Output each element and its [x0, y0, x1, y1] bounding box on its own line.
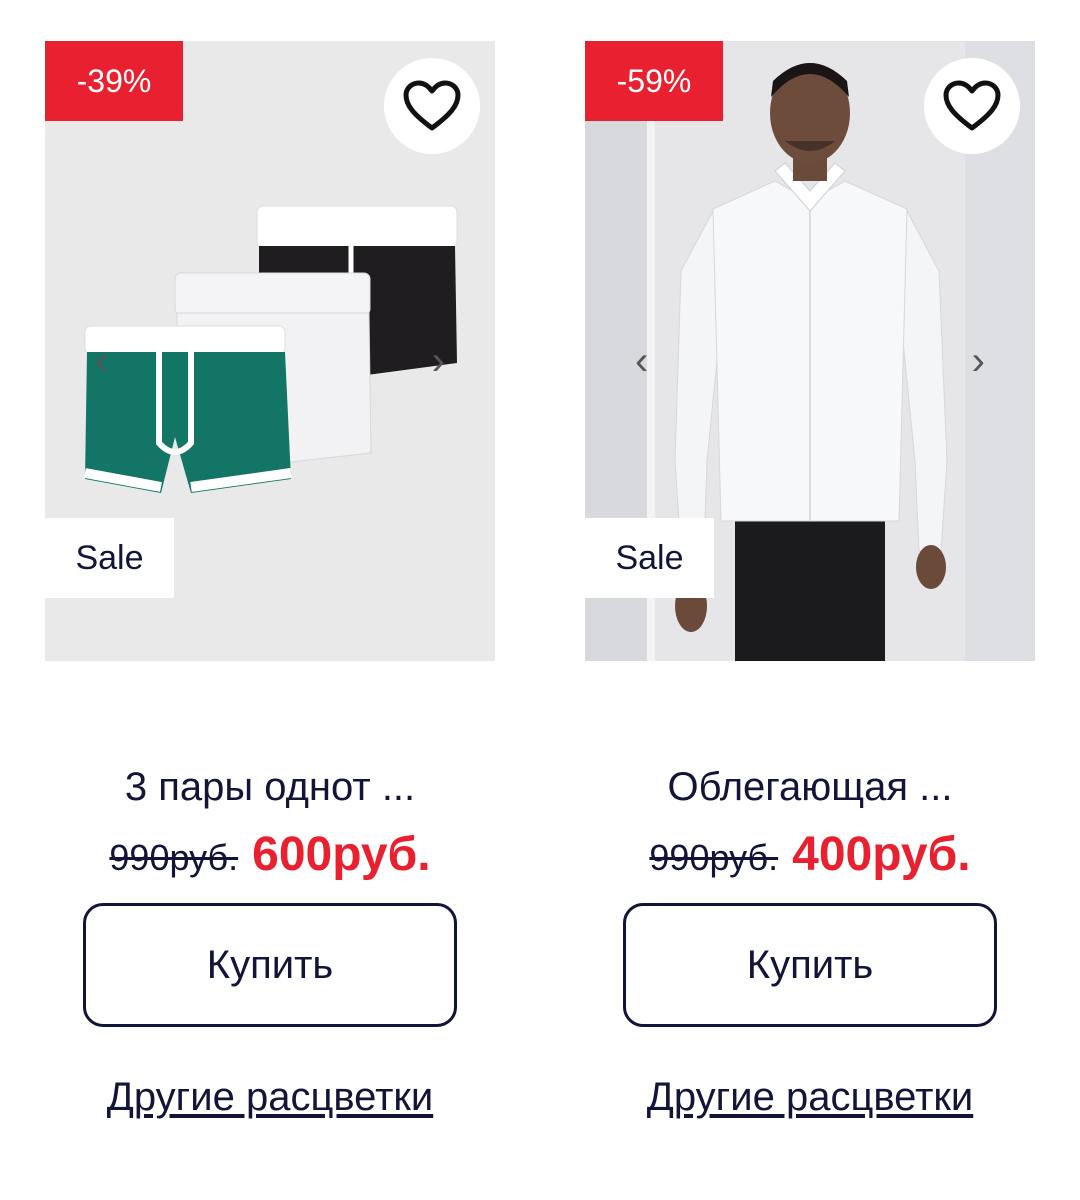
discount-badge: -39%	[45, 41, 183, 121]
buy-button[interactable]: Купить	[83, 903, 457, 1027]
other-colors-link[interactable]: Другие расцветки	[647, 1075, 973, 1120]
favorite-button[interactable]	[384, 58, 480, 154]
old-price: 990руб.	[649, 837, 779, 878]
sale-price: 600руб.	[252, 828, 431, 881]
carousel-next-arrow-icon[interactable]: ›	[972, 341, 985, 381]
carousel-prev-arrow-icon[interactable]: ‹	[95, 341, 108, 381]
sale-tag: Sale	[585, 518, 714, 598]
favorite-button[interactable]	[924, 58, 1020, 154]
buy-button[interactable]: Купить	[623, 903, 997, 1027]
product-image-carousel[interactable]: -59% ‹ › Sale	[585, 41, 1035, 661]
product-info: 3 пары однот ... 990руб. 600руб. Купить Д…	[45, 761, 495, 1120]
product-image-carousel[interactable]: -39% ‹ › Sale	[45, 41, 495, 661]
heart-outline-icon	[403, 80, 461, 131]
price-row: 990руб. 600руб.	[45, 827, 495, 883]
product-grid: -39% ‹ › Sale 3 пары однот ... 990руб. 60…	[0, 0, 1080, 1200]
sale-price: 400руб.	[792, 828, 971, 881]
old-price: 990руб.	[109, 837, 239, 878]
product-card: -59% ‹ › Sale Облегающая ... 990руб. 400р…	[585, 41, 1035, 1120]
product-title[interactable]: 3 пары однот ...	[45, 761, 495, 813]
carousel-next-arrow-icon[interactable]: ›	[432, 341, 445, 381]
other-colors-link[interactable]: Другие расцветки	[107, 1075, 433, 1120]
price-row: 990руб. 400руб.	[585, 827, 1035, 883]
carousel-prev-arrow-icon[interactable]: ‹	[635, 341, 648, 381]
discount-badge: -59%	[585, 41, 723, 121]
heart-outline-icon	[943, 80, 1001, 131]
product-title[interactable]: Облегающая ...	[585, 761, 1035, 813]
product-card: -39% ‹ › Sale 3 пары однот ... 990руб. 60…	[45, 41, 495, 1120]
sale-tag: Sale	[45, 518, 174, 598]
product-info: Облегающая ... 990руб. 400руб. Купить Дру…	[585, 761, 1035, 1120]
